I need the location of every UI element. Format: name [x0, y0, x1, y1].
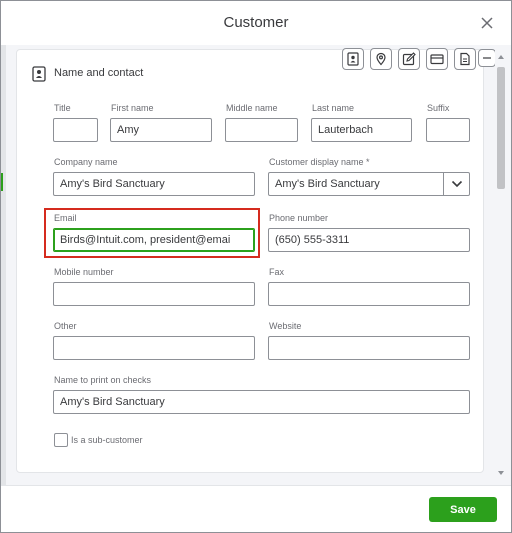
- dialog-title: Customer: [223, 14, 289, 31]
- company-name-label: Company name: [54, 157, 118, 167]
- background-accent-mark: [1, 173, 3, 191]
- fax-label: Fax: [269, 267, 285, 277]
- contact-card-button[interactable]: [342, 48, 364, 70]
- website-field[interactable]: [268, 336, 470, 360]
- company-name-field[interactable]: Amy's Bird Sanctuary: [53, 172, 255, 196]
- location-pin-icon: [376, 52, 386, 66]
- payment-card-icon: [430, 54, 444, 65]
- close-icon[interactable]: [479, 15, 495, 31]
- mobile-field[interactable]: [53, 282, 255, 306]
- print-name-field[interactable]: Amy's Bird Sanctuary: [53, 390, 470, 414]
- sub-customer-checkbox[interactable]: [54, 433, 68, 447]
- scroll-thumb[interactable]: [497, 67, 505, 189]
- edit-note-icon: [402, 52, 416, 66]
- chevron-down-icon: [451, 180, 463, 188]
- contact-card-icon: [347, 52, 359, 66]
- customer-dialog: Customer Name and contact Title First na…: [0, 0, 512, 533]
- section-title: Name and contact: [54, 67, 144, 79]
- display-name-dropdown-button[interactable]: [443, 172, 470, 196]
- email-field[interactable]: Birds@Intuit.com, president@emai: [53, 228, 255, 252]
- first-name-label: First name: [111, 103, 154, 113]
- sub-customer-label: Is a sub-customer: [71, 435, 143, 445]
- display-name-label: Customer display name *: [269, 157, 370, 167]
- scroll-up-icon[interactable]: [497, 53, 505, 61]
- notes-button[interactable]: [398, 48, 420, 70]
- title-field[interactable]: [53, 118, 98, 142]
- scroll-down-icon[interactable]: [497, 469, 505, 477]
- print-name-label: Name to print on checks: [54, 375, 152, 385]
- address-button[interactable]: [370, 48, 392, 70]
- suffix-field[interactable]: [426, 118, 470, 142]
- contact-card-icon: [32, 66, 46, 82]
- first-name-field[interactable]: Amy: [110, 118, 212, 142]
- attachments-button[interactable]: [454, 48, 476, 70]
- collapse-icon: [483, 57, 491, 59]
- phone-label: Phone number: [269, 213, 329, 223]
- other-label: Other: [54, 321, 77, 331]
- vertical-scrollbar[interactable]: [495, 49, 507, 481]
- last-name-label: Last name: [312, 103, 355, 113]
- fax-field[interactable]: [268, 282, 470, 306]
- mobile-label: Mobile number: [54, 267, 114, 277]
- payments-button[interactable]: [426, 48, 448, 70]
- middle-name-label: Middle name: [226, 103, 278, 113]
- middle-name-field[interactable]: [225, 118, 298, 142]
- document-icon: [460, 52, 470, 66]
- dialog-header: Customer: [1, 1, 511, 45]
- other-field[interactable]: [53, 336, 255, 360]
- save-button[interactable]: Save: [429, 497, 497, 522]
- dialog-footer: Save: [1, 485, 511, 532]
- website-label: Website: [269, 321, 302, 331]
- display-name-select[interactable]: Amy's Bird Sanctuary: [268, 172, 470, 196]
- title-label: Title: [54, 103, 71, 113]
- collapse-button[interactable]: [478, 49, 496, 67]
- background-panel-edge: [1, 45, 6, 485]
- email-label: Email: [54, 213, 77, 223]
- phone-field[interactable]: (650) 555-3311: [268, 228, 470, 252]
- suffix-label: Suffix: [427, 103, 450, 113]
- last-name-field[interactable]: Lauterbach: [311, 118, 412, 142]
